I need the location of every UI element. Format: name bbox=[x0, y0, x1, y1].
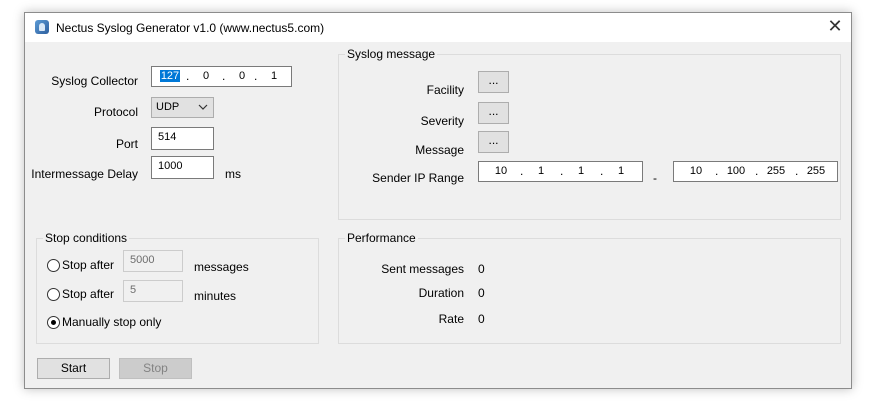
stop-after-minutes-radio[interactable] bbox=[47, 288, 60, 301]
delay-unit-label: ms bbox=[225, 167, 241, 181]
sender-ip-range-label: Sender IP Range bbox=[372, 171, 464, 185]
stop-after-messages-label[interactable]: Stop after bbox=[62, 258, 114, 272]
severity-label: Severity bbox=[420, 114, 464, 128]
intermessage-delay-value: 1000 bbox=[158, 160, 183, 172]
ip-dot: . bbox=[254, 69, 258, 83]
rate-value: 0 bbox=[478, 312, 485, 326]
syslog-message-group-title: Syslog message bbox=[345, 47, 438, 61]
range-to-octet-3[interactable]: 255 bbox=[764, 165, 788, 177]
performance-group: Performance Sent messages 0 Duration 0 R… bbox=[338, 231, 841, 344]
protocol-label: Protocol bbox=[93, 105, 138, 119]
port-value: 514 bbox=[158, 131, 177, 143]
range-to-octet-1[interactable]: 10 bbox=[684, 165, 708, 177]
range-from-octet-1[interactable]: 10 bbox=[489, 165, 513, 177]
ip-dot: . bbox=[186, 69, 190, 83]
window-title: Nectus Syslog Generator v1.0 (www.nectus… bbox=[56, 21, 325, 35]
messages-unit-label: messages bbox=[194, 260, 249, 274]
minutes-unit-label: minutes bbox=[194, 289, 237, 303]
range-separator: - bbox=[653, 171, 657, 185]
sent-messages-value: 0 bbox=[478, 262, 485, 276]
ip-dot: . bbox=[600, 164, 604, 178]
range-to-octet-2[interactable]: 100 bbox=[724, 165, 748, 177]
stop-after-messages-radio[interactable] bbox=[47, 259, 60, 272]
stop-conditions-group: Stop conditions Stop after 5000 messages… bbox=[36, 231, 319, 344]
syslog-collector-label: Syslog Collector bbox=[51, 74, 138, 88]
range-from-octet-4[interactable]: 1 bbox=[609, 165, 633, 177]
ip-dot: . bbox=[715, 164, 719, 178]
manual-stop-radio[interactable] bbox=[47, 316, 60, 329]
start-button[interactable]: Start bbox=[37, 358, 110, 379]
rate-label: Rate bbox=[438, 312, 464, 326]
ip-dot: . bbox=[795, 164, 799, 178]
port-label: Port bbox=[115, 137, 138, 151]
ip-dot: . bbox=[222, 69, 226, 83]
main-window: Nectus Syslog Generator v1.0 (www.nectus… bbox=[24, 12, 852, 389]
range-to-octet-4[interactable]: 255 bbox=[804, 165, 828, 177]
protocol-value: UDP bbox=[156, 101, 180, 113]
stop-after-messages-value: 5000 bbox=[130, 254, 155, 266]
message-label: Message bbox=[415, 143, 464, 157]
syslog-collector-ip-input[interactable]: 127 . 0 . 0 . 1 bbox=[151, 66, 292, 87]
title-bar[interactable]: Nectus Syslog Generator v1.0 (www.nectus… bbox=[25, 13, 851, 42]
ip-dot: . bbox=[755, 164, 759, 178]
message-browse-button[interactable]: ... bbox=[478, 131, 509, 153]
app-icon bbox=[35, 20, 49, 34]
range-from-octet-3[interactable]: 1 bbox=[569, 165, 593, 177]
port-input[interactable]: 514 bbox=[151, 127, 214, 150]
range-from-octet-2[interactable]: 1 bbox=[529, 165, 553, 177]
sender-ip-from-input[interactable]: 10 . 1 . 1 . 1 bbox=[478, 161, 643, 182]
collector-ip-octet-1[interactable]: 127 bbox=[160, 70, 180, 82]
severity-browse-button[interactable]: ... bbox=[478, 102, 509, 124]
stop-after-minutes-label[interactable]: Stop after bbox=[62, 287, 114, 301]
stop-after-minutes-value: 5 bbox=[130, 284, 137, 296]
intermessage-delay-label: Intermessage Delay bbox=[31, 167, 138, 181]
sender-ip-to-input[interactable]: 10 . 100 . 255 . 255 bbox=[673, 161, 838, 182]
stop-after-minutes-input[interactable]: 5 bbox=[123, 280, 183, 302]
collector-ip-octet-3[interactable]: 0 bbox=[232, 70, 252, 82]
close-button[interactable]: ✕ bbox=[819, 13, 851, 42]
facility-browse-button[interactable]: ... bbox=[478, 71, 509, 93]
facility-label: Facility bbox=[426, 83, 464, 97]
intermessage-delay-input[interactable]: 1000 bbox=[151, 156, 214, 179]
ip-dot: . bbox=[560, 164, 564, 178]
collector-ip-octet-2[interactable]: 0 bbox=[196, 70, 216, 82]
stop-after-messages-input[interactable]: 5000 bbox=[123, 250, 183, 272]
syslog-message-group: Syslog message Facility ... Severity ...… bbox=[338, 47, 841, 220]
sent-messages-label: Sent messages bbox=[381, 262, 464, 276]
stop-conditions-group-title: Stop conditions bbox=[43, 231, 130, 245]
duration-label: Duration bbox=[418, 286, 464, 300]
stop-button[interactable]: Stop bbox=[119, 358, 192, 379]
duration-value: 0 bbox=[478, 286, 485, 300]
ip-dot: . bbox=[520, 164, 524, 178]
manual-stop-label[interactable]: Manually stop only bbox=[62, 315, 161, 329]
chevron-down-icon bbox=[198, 104, 208, 110]
collector-ip-octet-4[interactable]: 1 bbox=[264, 70, 284, 82]
performance-group-title: Performance bbox=[345, 231, 418, 245]
protocol-select[interactable]: UDP bbox=[151, 97, 214, 118]
